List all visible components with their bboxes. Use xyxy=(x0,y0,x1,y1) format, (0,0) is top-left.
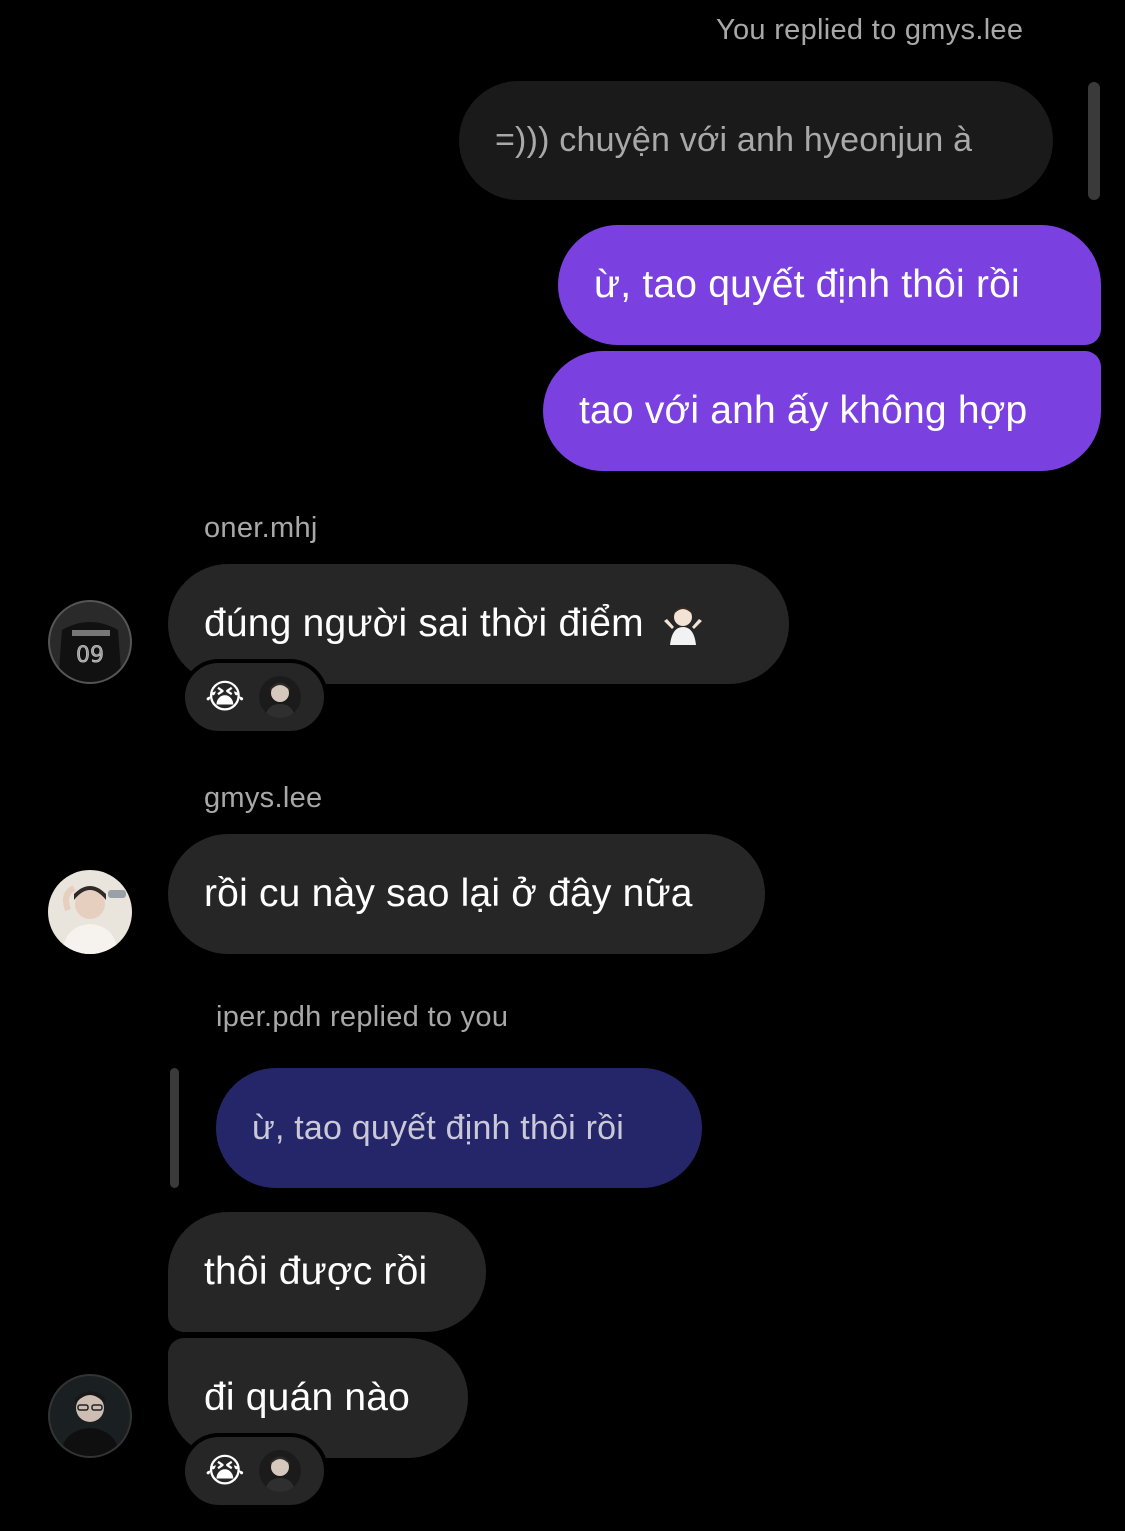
avatar-jersey-image: 09 xyxy=(48,600,132,684)
message-reactions[interactable]: 😭 xyxy=(181,659,328,735)
message-reactions[interactable]: 😭 xyxy=(181,1433,328,1509)
sender-username: gmys.lee xyxy=(204,782,323,814)
avatar-photo-image xyxy=(48,870,132,954)
svg-text:09: 09 xyxy=(76,643,104,668)
loudly-crying-face-icon: 😭 xyxy=(205,1452,245,1490)
quoted-message-bubble[interactable]: ừ, tao quyết định thôi rồi xyxy=(216,1068,702,1188)
avatar-portrait-image xyxy=(48,1374,132,1458)
outgoing-message-bubble[interactable]: tao với anh ấy không hợp xyxy=(543,351,1101,471)
avatar[interactable]: 09 xyxy=(48,600,132,684)
avatar[interactable] xyxy=(48,1374,132,1458)
quoted-message-text: ừ, tao quyết định thôi rồi xyxy=(252,1108,624,1147)
reply-indicator-line xyxy=(170,1068,179,1188)
incoming-message-bubble[interactable]: thôi được rồi xyxy=(168,1212,486,1332)
outgoing-message-text: tao với anh ấy không hợp xyxy=(579,389,1028,432)
reactor-avatar xyxy=(258,1450,301,1492)
outgoing-message-bubble[interactable]: ừ, tao quyết định thôi rồi xyxy=(558,225,1101,345)
person-shrugging-icon xyxy=(663,607,702,645)
reactor-avatar xyxy=(258,676,301,718)
loudly-crying-face-icon: 😭 xyxy=(205,678,245,716)
incoming-message-bubble[interactable]: rồi cu này sao lại ở đây nữa xyxy=(168,834,765,954)
outgoing-reply-header: You replied to gmys.lee xyxy=(716,14,1024,46)
chat-screen: You replied to gmys.lee =))) chuyện với … xyxy=(0,0,1125,1531)
incoming-message-text: đúng người sai thời điểm xyxy=(204,602,644,645)
scrollbar[interactable] xyxy=(1088,82,1100,200)
quoted-message-text: =))) chuyện với anh hyeonjun à xyxy=(495,121,973,159)
avatar[interactable] xyxy=(48,870,132,954)
quoted-message-bubble[interactable]: =))) chuyện với anh hyeonjun à xyxy=(459,81,1053,200)
incoming-message-text: đi quán nào xyxy=(204,1376,411,1419)
incoming-message-text: rồi cu này sao lại ở đây nữa xyxy=(204,872,693,915)
sender-username: oner.mhj xyxy=(204,512,318,544)
incoming-reply-header: iper.pdh replied to you xyxy=(216,1001,509,1033)
outgoing-message-text: ừ, tao quyết định thôi rồi xyxy=(594,263,1020,306)
incoming-message-text: thôi được rồi xyxy=(204,1250,428,1293)
